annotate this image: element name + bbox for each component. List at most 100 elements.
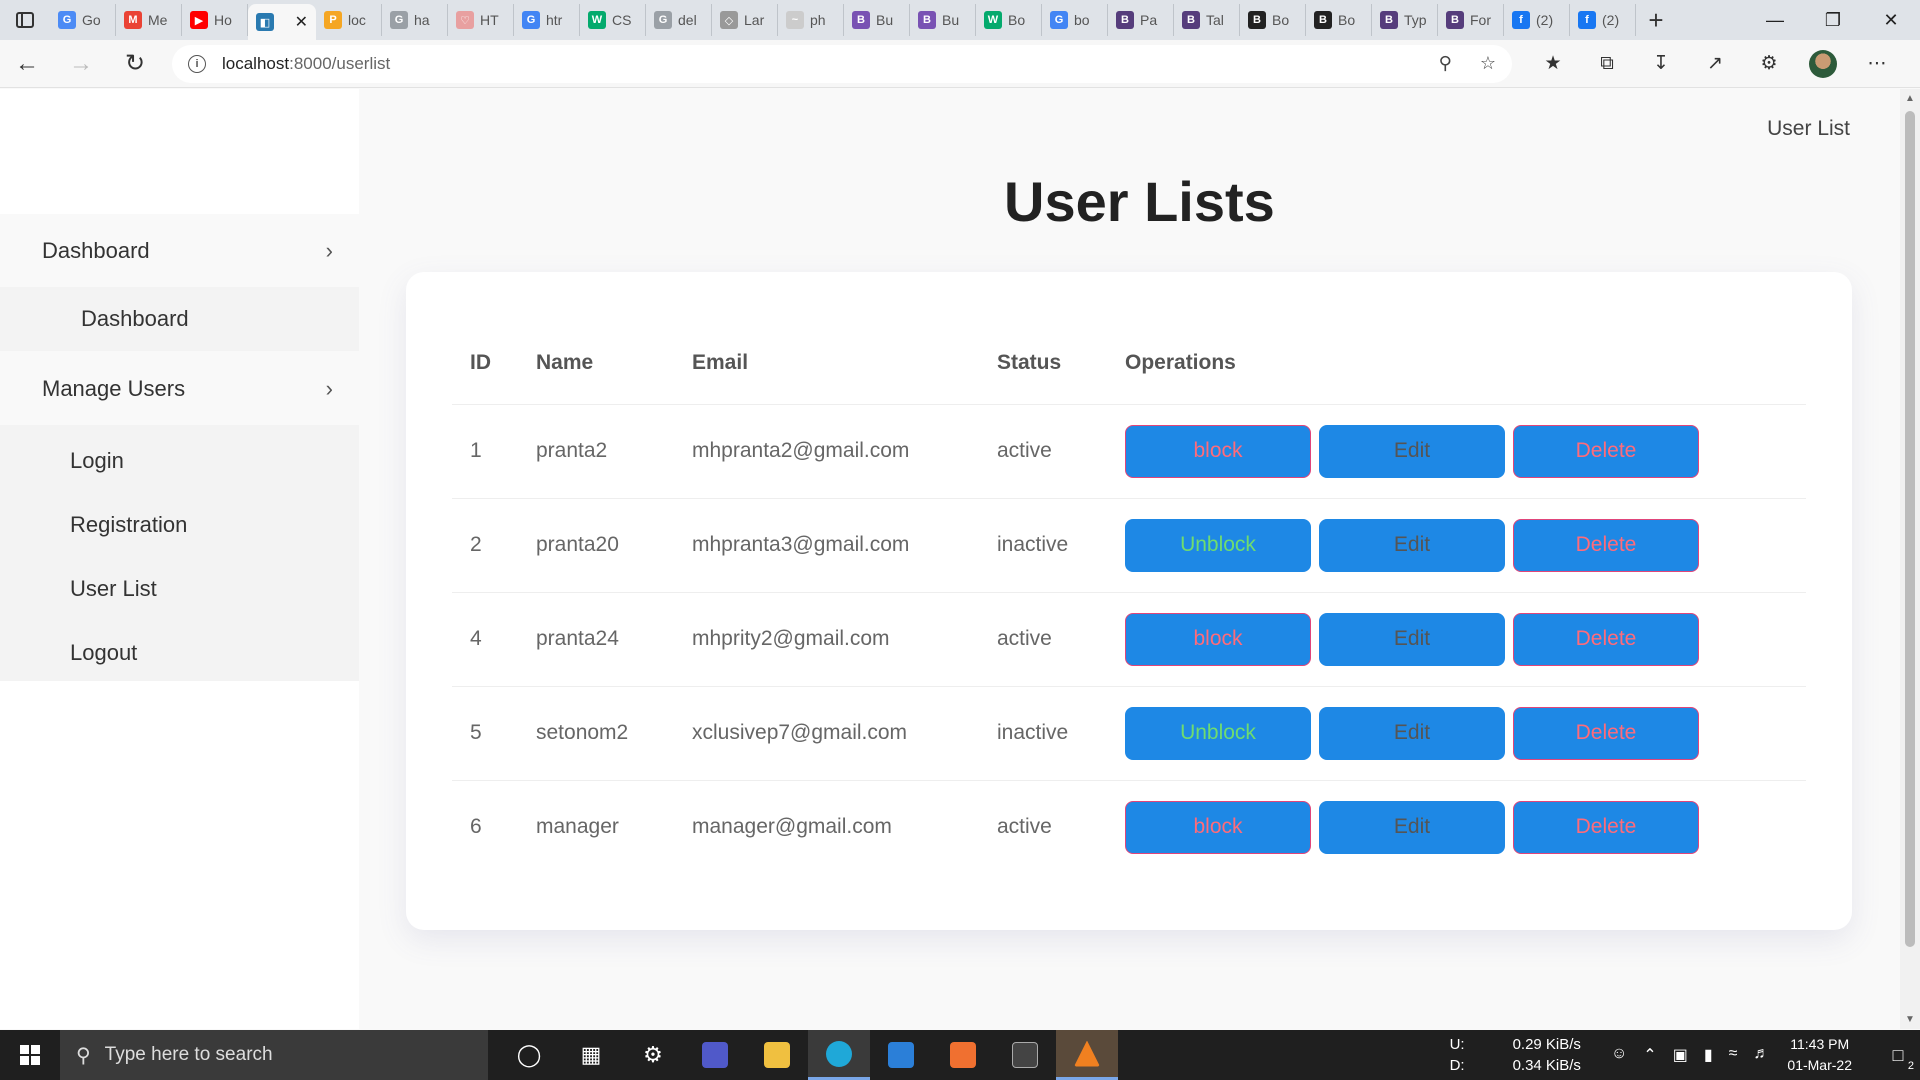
start-button[interactable] [0, 1030, 60, 1080]
browser-tab[interactable]: ▶ Ho [182, 4, 248, 36]
restore-icon[interactable]: ❐ [1804, 0, 1862, 40]
file-explorer-icon[interactable] [746, 1030, 808, 1080]
xampp-icon[interactable] [932, 1030, 994, 1080]
close-window-icon[interactable]: ✕ [1862, 0, 1920, 40]
refresh-icon[interactable]: ↻ [108, 40, 162, 88]
block-button[interactable]: block [1125, 424, 1311, 478]
teams-icon[interactable] [684, 1030, 746, 1080]
edit-button[interactable]: Edit [1319, 518, 1505, 572]
block-button[interactable]: block [1125, 800, 1311, 854]
sidebar-item-label: Dashboard [42, 237, 150, 263]
browser-tab[interactable]: B Bo [1306, 4, 1372, 36]
new-tab-button[interactable]: + [1636, 0, 1676, 40]
vlc-icon[interactable] [1056, 1030, 1118, 1080]
browser-tab[interactable]: B Bo [1240, 4, 1306, 36]
sidebar-item-dashboard-group[interactable]: Dashboard › [0, 214, 359, 287]
browser-tabs: G Go M Me ▶ Ho ◧ ✕ Ploc Gha ♡ HT Ghtr W CS Gdel ◇ Lar ~ ph B… [50, 0, 1636, 40]
column-header-status: Status [979, 322, 1107, 405]
site-info-icon[interactable]: i [188, 54, 206, 73]
more-menu-icon[interactable]: ⋯ [1850, 40, 1904, 88]
edit-button[interactable]: Edit [1319, 424, 1505, 478]
vscode-icon[interactable] [870, 1030, 932, 1080]
sidebar-item-user-list[interactable]: User List [0, 557, 359, 621]
favorites-icon[interactable]: ★ [1526, 40, 1580, 88]
extensions-icon[interactable]: ⚙ [1742, 40, 1796, 88]
zoom-icon[interactable]: ⚲ [1439, 53, 1452, 74]
scrollbar-thumb[interactable] [1905, 111, 1915, 947]
browser-toolbar: ← → ↻ i localhost:8000/userlist ⚲ ☆ ★ ⧉ … [0, 40, 1920, 88]
volume-icon[interactable]: ♬ [1753, 1045, 1769, 1065]
url-text[interactable]: localhost:8000/userlist [222, 54, 390, 74]
browser-tab[interactable]: B For [1438, 4, 1504, 36]
browser-tab[interactable]: Ghtr [514, 4, 580, 36]
block-button[interactable]: block [1125, 612, 1311, 666]
delete-button[interactable]: Delete [1513, 612, 1699, 666]
meet-now-icon[interactable]: ▣ [1673, 1045, 1688, 1065]
delete-button[interactable]: Delete [1513, 706, 1699, 760]
terminal-icon[interactable] [994, 1030, 1056, 1080]
sidebar-group-dashboard: Dashboard › Dashboard [0, 214, 359, 360]
share-icon[interactable]: ↗ [1688, 40, 1742, 88]
sidebar-item-login[interactable]: Login [0, 429, 359, 493]
taskbar-search-box[interactable]: ⚲ Type here to search [60, 1030, 488, 1080]
page-scrollbar[interactable]: ▲ ▼ [1900, 89, 1920, 1029]
sidebar-item-registration[interactable]: Registration [0, 493, 359, 557]
cell-id: 4 [452, 592, 518, 687]
scroll-up-icon[interactable]: ▲ [1905, 93, 1915, 104]
collections-icon[interactable]: ⧉ [1580, 40, 1634, 88]
delete-button[interactable]: Delete [1513, 518, 1699, 572]
browser-tab[interactable]: ~ ph [778, 4, 844, 36]
edge-browser-icon[interactable] [808, 1030, 870, 1080]
settings-icon[interactable]: ⚙ [622, 1030, 684, 1080]
notification-center-icon[interactable]: □ 2 [1876, 1030, 1920, 1080]
browser-tab[interactable]: W Bo [976, 4, 1042, 36]
edit-button[interactable]: Edit [1319, 706, 1505, 760]
browser-tab[interactable]: B Bu [910, 4, 976, 36]
cortana-icon[interactable]: ◯ [498, 1030, 560, 1080]
add-favorite-icon[interactable]: ☆ [1480, 53, 1496, 74]
edit-button[interactable]: Edit [1319, 800, 1505, 854]
windows-logo-icon [20, 1045, 40, 1065]
downloads-icon[interactable]: ↧ [1634, 40, 1688, 88]
tab-actions-button[interactable] [0, 0, 50, 40]
delete-button[interactable]: Delete [1513, 800, 1699, 854]
browser-tab[interactable]: B Tal [1174, 4, 1240, 36]
browser-tab[interactable]: ♡ HT [448, 4, 514, 36]
browser-tab[interactable]: ◇ Lar [712, 4, 778, 36]
browser-tab[interactable]: Gha [382, 4, 448, 36]
browser-tab[interactable]: Ploc [316, 4, 382, 36]
sidebar-item-dashboard[interactable]: Dashboard [0, 287, 359, 351]
edit-button[interactable]: Edit [1319, 612, 1505, 666]
unblock-button[interactable]: Unblock [1125, 706, 1311, 760]
delete-button[interactable]: Delete [1513, 424, 1699, 478]
browser-tab[interactable]: ◧ ✕ [248, 4, 316, 40]
browser-tab[interactable]: f (2) [1504, 4, 1570, 36]
browser-tab[interactable]: Gdel [646, 4, 712, 36]
address-bar[interactable]: i localhost:8000/userlist ⚲ ☆ [172, 44, 1512, 83]
scroll-down-icon[interactable]: ▼ [1905, 1014, 1915, 1025]
people-icon[interactable]: ☺ [1611, 1045, 1627, 1065]
chevron-up-icon[interactable]: ⌃ [1643, 1045, 1656, 1065]
browser-tab[interactable]: W CS [580, 4, 646, 36]
nav-link-user-list[interactable]: User List [1767, 117, 1850, 141]
tab-favicon-icon: G [58, 11, 76, 29]
browser-tab[interactable]: G Go [50, 4, 116, 36]
forward-icon[interactable]: → [54, 40, 108, 88]
profile-avatar[interactable] [1796, 40, 1850, 88]
browser-tab[interactable]: f (2) [1570, 4, 1636, 36]
minimize-icon[interactable]: — [1746, 0, 1804, 40]
task-view-icon[interactable]: ▦ [560, 1030, 622, 1080]
sidebar-item-manage-users[interactable]: Manage Users › [0, 352, 359, 425]
wifi-icon[interactable]: ≈ [1729, 1045, 1738, 1065]
browser-tab[interactable]: B Typ [1372, 4, 1438, 36]
close-tab-icon[interactable]: ✕ [295, 12, 308, 32]
unblock-button[interactable]: Unblock [1125, 518, 1311, 572]
back-icon[interactable]: ← [0, 40, 54, 88]
taskbar-clock[interactable]: 11:43 PM 01-Mar-22 [1787, 1034, 1852, 1076]
battery-icon[interactable]: ▮ [1704, 1045, 1713, 1065]
sidebar-item-logout[interactable]: Logout [0, 621, 359, 685]
browser-tab[interactable]: M Me [116, 4, 182, 36]
browser-tab[interactable]: B Pa [1108, 4, 1174, 36]
browser-tab[interactable]: B Bu [844, 4, 910, 36]
browser-tab[interactable]: Gbo [1042, 4, 1108, 36]
